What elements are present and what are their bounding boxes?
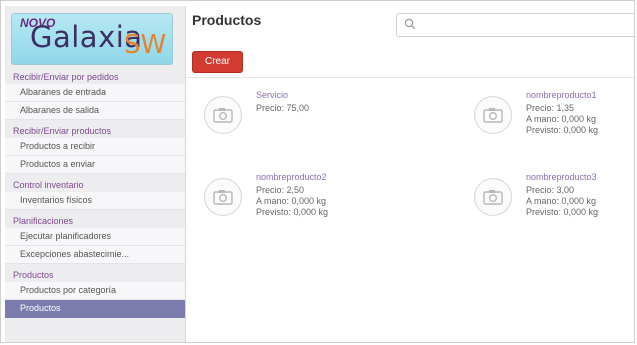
product-card[interactable]: Servicio Precio: 75,00 xyxy=(194,90,414,160)
product-card[interactable]: nombreproducto2 Precio: 2,50 A mano: 0,0… xyxy=(194,172,414,242)
camera-icon xyxy=(483,108,503,123)
product-name[interactable]: nombreproducto1 xyxy=(526,90,597,100)
menu-section-title: Recibir/Enviar por pedidos xyxy=(13,72,119,82)
menu-item-albaranes-entrada[interactable]: Albaranes de entrada xyxy=(5,84,185,102)
product-image-placeholder xyxy=(474,96,512,134)
camera-icon xyxy=(213,108,233,123)
menu-section-title: Control inventario xyxy=(13,180,84,190)
product-forecast: Previsto: 0,000 kg xyxy=(526,207,599,217)
product-on-hand: A mano: 0,000 kg xyxy=(256,196,327,206)
search-icon xyxy=(404,18,416,30)
menu-item-excepciones-abastecimiento[interactable]: Excepciones abastecimie... xyxy=(5,246,185,264)
menu-item-albaranes-salida[interactable]: Albaranes de salida xyxy=(5,102,185,120)
product-image-placeholder xyxy=(474,178,512,216)
product-card[interactable]: nombreproducto1 Precio: 1,35 A mano: 0,0… xyxy=(464,90,634,160)
menu-item-productos-por-categoria[interactable]: Productos por categoría xyxy=(5,282,185,300)
product-price: Precio: 75,00 xyxy=(256,103,310,113)
sidebar-menu: Recibir/Enviar por pedidos Albaranes de … xyxy=(5,66,185,318)
sidebar: NOVO Galaxia SW Recibir/Enviar por pedid… xyxy=(5,6,186,342)
menu-item-inventarios-fisicos[interactable]: Inventarios físicos xyxy=(5,192,185,210)
menu-item-productos-enviar[interactable]: Productos a enviar xyxy=(5,156,185,174)
logo-sw-text: SW xyxy=(124,30,167,60)
product-price: Precio: 2,50 xyxy=(256,185,305,195)
search-input[interactable] xyxy=(396,13,634,37)
product-card[interactable]: nombreproducto3 Precio: 3,00 A mano: 0,0… xyxy=(464,172,634,242)
camera-icon xyxy=(213,190,233,205)
create-button[interactable]: Crear xyxy=(192,51,243,73)
menu-item-productos-recibir[interactable]: Productos a recibir xyxy=(5,138,185,156)
product-name[interactable]: Servicio xyxy=(256,90,288,100)
menu-item-productos[interactable]: Productos xyxy=(5,300,185,318)
company-logo[interactable]: NOVO Galaxia SW xyxy=(11,13,173,65)
product-image-placeholder xyxy=(204,96,242,134)
main-content: Productos Crear Servicio Precio: 75,00 n… xyxy=(186,6,634,342)
menu-item-ejecutar-planificadores[interactable]: Ejecutar planificadores xyxy=(5,228,185,246)
product-image-placeholder xyxy=(204,178,242,216)
product-on-hand: A mano: 0,000 kg xyxy=(526,114,597,124)
product-forecast: Previsto: 0,000 kg xyxy=(526,125,599,135)
divider xyxy=(186,77,634,78)
menu-section-title: Productos xyxy=(13,270,54,280)
product-name[interactable]: nombreproducto2 xyxy=(256,172,327,182)
product-price: Precio: 3,00 xyxy=(526,185,575,195)
menu-section-title: Planificaciones xyxy=(13,216,74,226)
app-window: NOVO Galaxia SW Recibir/Enviar por pedid… xyxy=(0,0,635,343)
product-on-hand: A mano: 0,000 kg xyxy=(526,196,597,206)
camera-icon xyxy=(483,190,503,205)
product-price: Precio: 1,35 xyxy=(526,103,575,113)
product-forecast: Previsto: 0,000 kg xyxy=(256,207,329,217)
menu-section-title: Recibir/Enviar productos xyxy=(13,126,112,136)
page-title: Productos xyxy=(192,12,262,28)
product-name[interactable]: nombreproducto3 xyxy=(526,172,597,182)
